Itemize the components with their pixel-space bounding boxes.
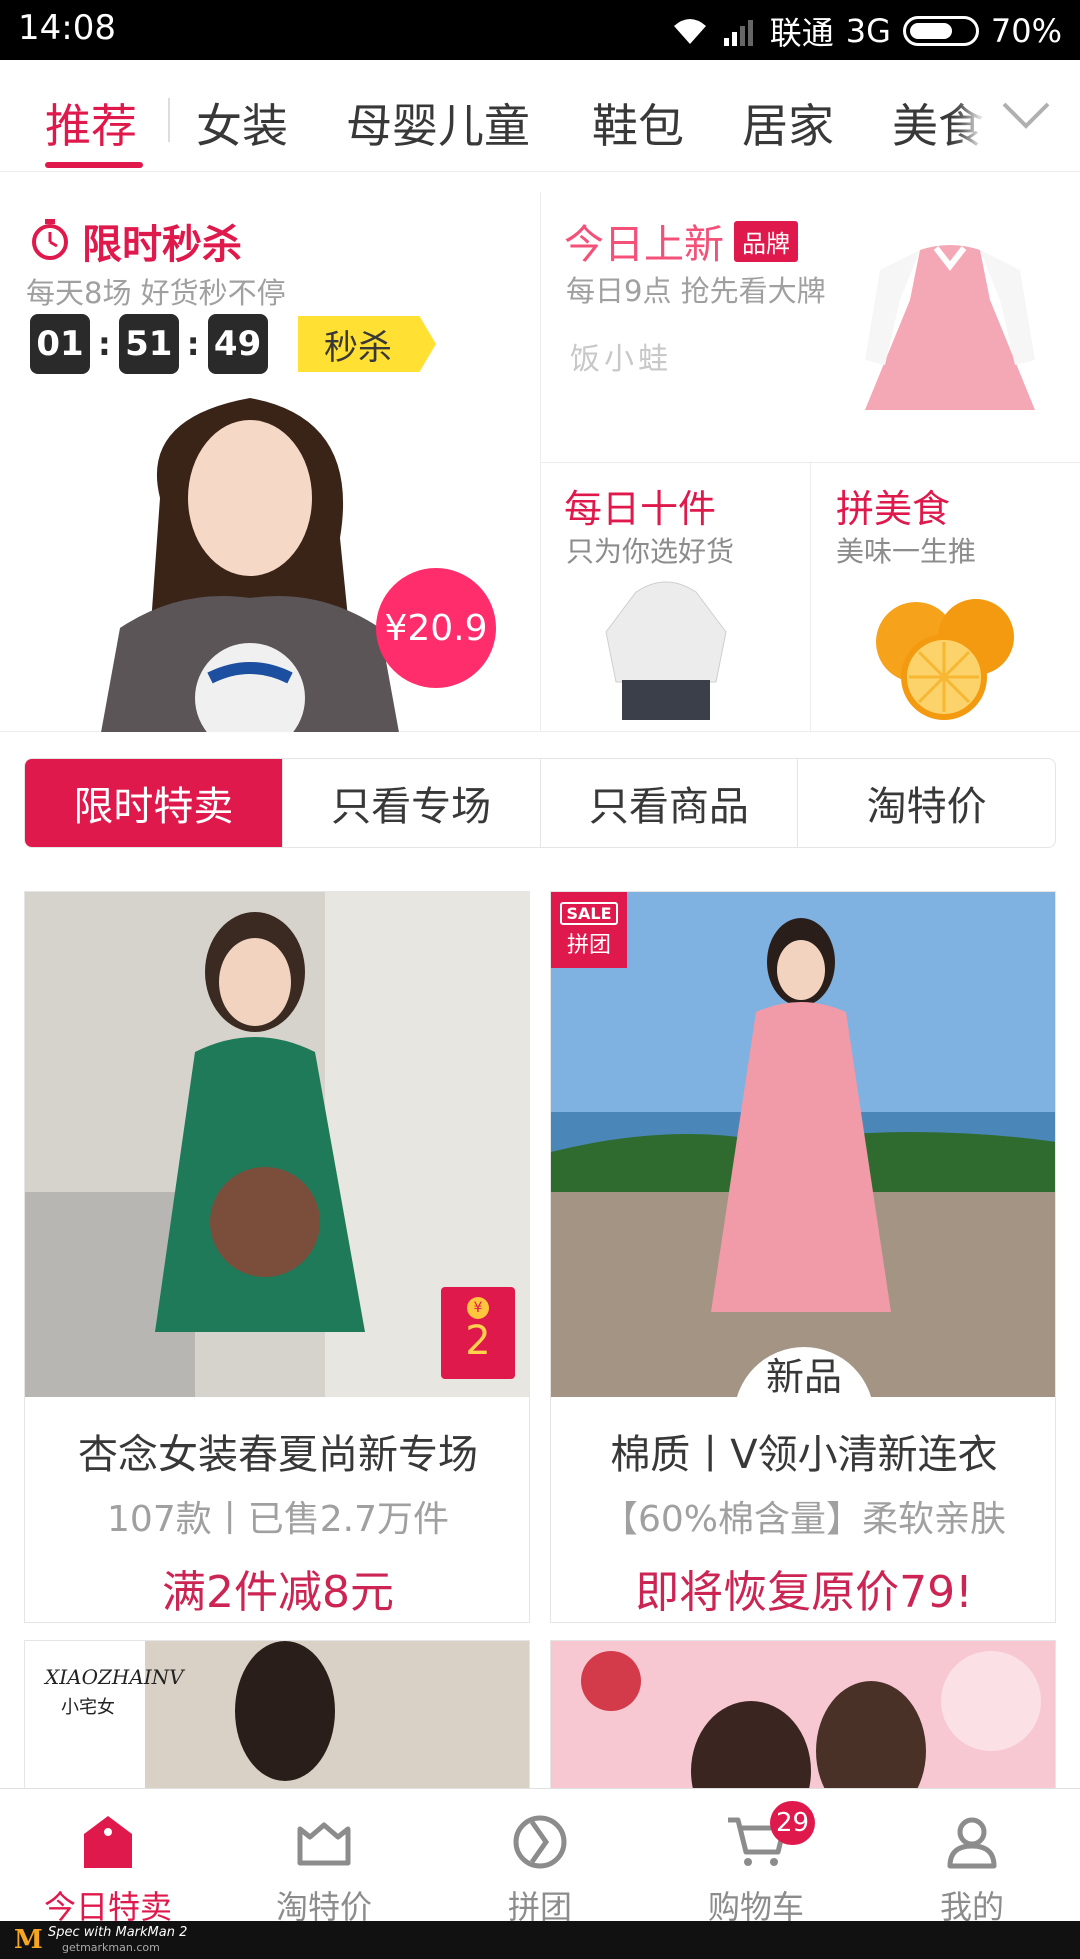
filter-tab-products[interactable]: 只看商品 <box>539 759 798 847</box>
food-subtitle: 美味一生推 <box>836 535 977 568</box>
flash-price-badge: ¥20.9 <box>376 568 496 688</box>
daily-ten-subtitle: 只为你选好货 <box>566 535 735 568</box>
category-tab-food[interactable]: 美食 <box>892 90 984 156</box>
product-card[interactable] <box>550 1640 1056 1790</box>
flash-sale-card[interactable]: 限时秒杀 每天8场 好货秒不停 01 : 51 : 49 秒杀 ¥20.9 <box>0 192 540 732</box>
countdown-timer: 01 : 51 : 49 <box>30 314 268 374</box>
brand-badge: 品牌 <box>734 220 798 262</box>
new-today-card[interactable]: 今日上新 品牌 每日9点 抢先看大牌 饭小蛙 <box>540 192 1080 462</box>
product-name: 棉质丨V领小清新连衣 <box>610 1432 998 1478</box>
sale-filter-tabs: 限时特卖 只看专场 只看商品 淘特价 <box>24 758 1056 848</box>
product-card[interactable]: XIAOZHAINV 小宅女 <box>24 1640 530 1790</box>
filter-tab-flash-sale[interactable]: 限时特卖 <box>25 759 282 847</box>
brand-logo: 饭小蛙 <box>570 342 672 377</box>
user-icon <box>944 1813 1000 1870</box>
tag-icon <box>294 1813 354 1870</box>
product-name: 杏念女装春夏尚新专场 <box>78 1432 478 1478</box>
flash-sale-title: 限时秒杀 <box>82 222 242 268</box>
sale-badge: SALE 拼团 <box>551 892 627 968</box>
flash-sale-subtitle: 每天8场 好货秒不停 <box>26 276 286 310</box>
nav-group-buy[interactable]: 拼团 <box>432 1789 648 1928</box>
model-photo <box>101 398 399 732</box>
pink-dress-image <box>865 245 1035 410</box>
product-image <box>551 1641 1055 1789</box>
new-today-title: 今日上新 <box>564 222 724 268</box>
bottom-nav: 今日特卖 淘特价 拼团 29 购物车 我的 <box>0 1788 1080 1928</box>
category-tab-recommend[interactable]: 推荐 <box>45 90 137 156</box>
nav-bargain[interactable]: 淘特价 <box>216 1789 432 1928</box>
battery-fill <box>909 23 952 39</box>
brand-logo-cn: 小宅女 <box>61 1697 115 1718</box>
wifi-icon <box>670 16 710 46</box>
daily-ten-card[interactable]: 每日十件 只为你选好货 <box>540 462 810 732</box>
markman-logo: M <box>14 1925 43 1955</box>
product-promo: 满2件减8元 <box>162 1567 394 1618</box>
sale-badge-sub: 拼团 <box>566 932 611 958</box>
sale-badge-label: SALE <box>560 901 618 925</box>
battery-icon <box>902 16 979 46</box>
category-tab-shoes-bags[interactable]: 鞋包 <box>592 90 684 156</box>
nav-cart[interactable]: 29 购物车 <box>648 1789 864 1928</box>
food-card[interactable]: 拼美食 美味一生推 <box>810 462 1080 732</box>
nav-profile[interactable]: 我的 <box>864 1789 1080 1928</box>
countdown-hours: 01 <box>30 314 90 374</box>
markman-url: getmarkman.com <box>62 1941 160 1954</box>
markman-label: Spec with MarkMan 2 <box>48 1925 188 1940</box>
product-card[interactable]: ¥ 2 杏念女装春夏尚新专场 107款丨已售2.7万件 满2件减8元 <box>24 891 530 1623</box>
carrier-label: 联通 <box>769 14 834 52</box>
food-title: 拼美食 <box>836 487 951 531</box>
chevron-down-icon[interactable] <box>1000 100 1052 136</box>
countdown-minutes: 51 <box>118 314 179 374</box>
bag-icon <box>78 1813 138 1870</box>
category-tab-home[interactable]: 居家 <box>742 90 834 156</box>
promo-grid: 限时秒杀 每天8场 好货秒不停 01 : 51 : 49 秒杀 ¥20.9 今日… <box>0 192 1080 732</box>
product-promo: 即将恢复原价79! <box>635 1567 973 1618</box>
product-card[interactable]: SALE 拼团 新品 棉质丨V领小清新连衣 【60%棉含量】柔软亲肤 即将恢复原… <box>550 891 1056 1623</box>
red-packet-count: 2 <box>465 1318 491 1364</box>
filter-tab-sessions[interactable]: 只看专场 <box>281 759 540 847</box>
stopwatch-icon <box>28 217 72 265</box>
countdown-seconds: 49 <box>207 314 268 374</box>
nav-today-sale[interactable]: 今日特卖 <box>0 1789 216 1928</box>
category-tab-bar: 推荐 女装 母婴儿童 鞋包 居家 美食 <box>0 60 1080 172</box>
red-packet-badge: ¥ 2 <box>441 1287 515 1379</box>
category-tab-kids[interactable]: 母婴儿童 <box>346 90 530 156</box>
hoodie-image <box>605 581 727 720</box>
filter-tab-bargain[interactable]: 淘特价 <box>797 759 1055 847</box>
network-label: 3G <box>845 12 891 50</box>
status-bar: 14:08 联通 3G 70% <box>0 0 1080 60</box>
category-tab-women[interactable]: 女装 <box>196 90 288 156</box>
oranges-image <box>876 599 1014 720</box>
seckill-tag: 秒杀 <box>298 316 436 372</box>
active-tab-underline <box>45 162 143 168</box>
markman-watermark: M Spec with MarkMan 2 getmarkman.com <box>0 1921 1080 1959</box>
signal-icon <box>722 16 758 46</box>
battery-label: 70% <box>990 12 1062 50</box>
pintuan-icon <box>510 1813 570 1870</box>
product-desc: 【60%棉含量】柔软亲肤 <box>601 1499 1007 1540</box>
tab-divider <box>168 98 170 142</box>
brand-logo-text: XIAOZHAINV <box>45 1665 184 1689</box>
status-time: 14:08 <box>18 8 116 48</box>
new-today-subtitle: 每日9点 抢先看大牌 <box>566 274 826 308</box>
daily-ten-title: 每日十件 <box>564 487 717 531</box>
cart-count-badge: 29 <box>770 1801 816 1845</box>
product-desc: 107款丨已售2.7万件 <box>107 1499 449 1540</box>
